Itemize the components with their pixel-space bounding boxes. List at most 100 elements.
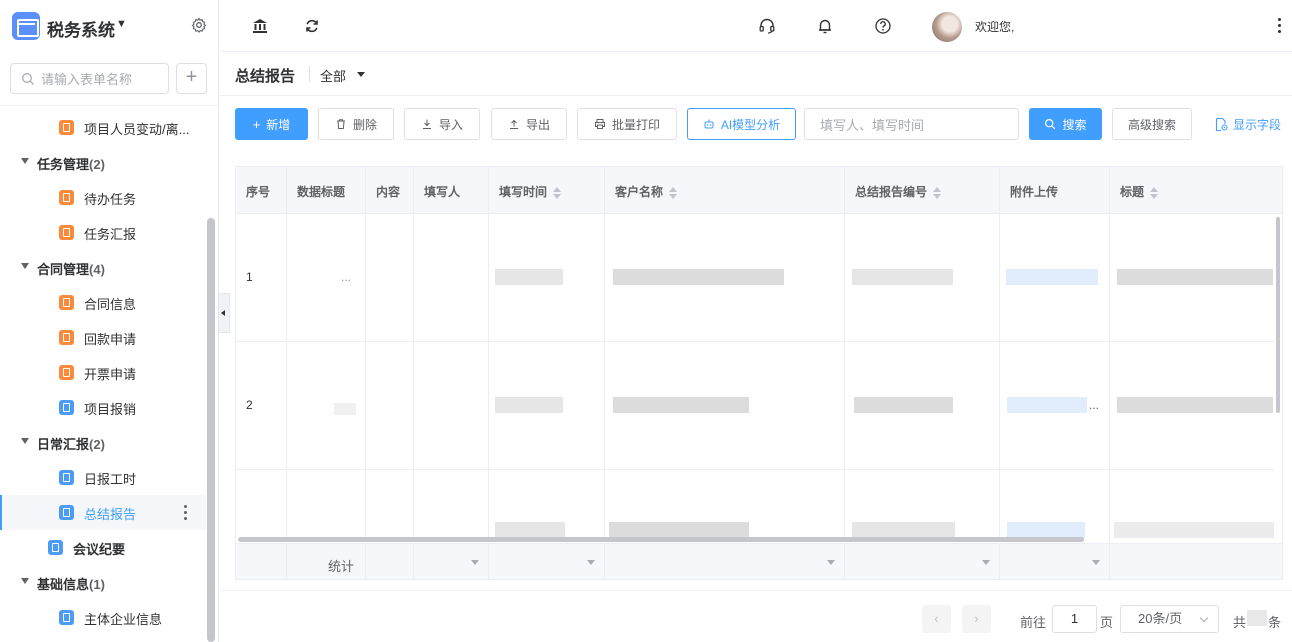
more-vertical-icon[interactable] <box>1278 17 1282 35</box>
prev-page-button[interactable]: ‹ <box>922 605 951 633</box>
table-row[interactable]: 1 ... <box>236 214 1274 342</box>
redacted-text <box>1114 522 1274 538</box>
cell-content <box>366 342 414 470</box>
caret-down-icon[interactable] <box>357 72 365 77</box>
caret-down-icon <box>21 158 29 164</box>
welcome-text: 欢迎您, <box>975 20 1015 34</box>
page-size-select[interactable]: 20条/页 <box>1120 605 1219 633</box>
tree-group-daily-report[interactable]: 日常汇报(2) <box>0 425 206 460</box>
ai-analysis-button-label: AI模型分析 <box>720 117 781 132</box>
form-search-input[interactable] <box>41 69 166 89</box>
cell-title <box>1110 342 1274 470</box>
view-filter-select[interactable]: 全部 <box>320 66 346 85</box>
help-icon[interactable] <box>874 17 892 35</box>
column-header-fill-time[interactable]: 填写时间 <box>489 167 605 214</box>
table-row[interactable]: 2 ... <box>236 342 1274 470</box>
tree-item-daily-hours[interactable]: 日报工时 <box>0 460 206 495</box>
tree-item-todo-tasks[interactable]: 待办任务 <box>0 180 206 215</box>
redacted-text <box>1117 269 1273 285</box>
column-header-title[interactable]: 标题 <box>1110 167 1282 214</box>
robot-icon <box>704 119 714 129</box>
tree-item-entity-info[interactable]: 主体企业信息 <box>0 600 206 635</box>
summary-dropdown[interactable] <box>489 544 605 579</box>
new-button[interactable]: + 新增 <box>235 108 308 140</box>
record-search-input[interactable] <box>820 116 1010 134</box>
app-title: 税务系统 <box>47 21 115 40</box>
tree-group-label: 日常汇报(2) <box>37 437 105 452</box>
document-icon <box>59 120 74 135</box>
attachment-link[interactable] <box>1007 397 1087 413</box>
sidebar-collapse-button[interactable] <box>219 293 230 333</box>
sort-icon[interactable] <box>1150 186 1159 199</box>
form-search-box <box>10 63 169 94</box>
tree-group-basic-info[interactable]: 基础信息(1) <box>0 565 206 600</box>
advanced-search-button[interactable]: 高级搜索 <box>1112 108 1192 140</box>
summary-cell <box>366 544 414 579</box>
tree-item-payment-request[interactable]: 回款申请 <box>0 320 206 355</box>
show-fields-link[interactable]: 显示字段 <box>1214 116 1281 133</box>
record-search-box <box>804 108 1019 140</box>
table-row[interactable] <box>236 470 1274 542</box>
sidebar-scrollbar-thumb[interactable] <box>207 218 215 642</box>
tree-item-project-personnel[interactable]: 项目人员变动/离... <box>0 110 206 145</box>
column-header-report-number[interactable]: 总结报告编号 <box>845 167 1000 214</box>
column-header-customer-name[interactable]: 客户名称 <box>605 167 845 214</box>
attachment-link[interactable] <box>1007 522 1085 538</box>
tree-group-contract-management[interactable]: 合同管理(4) <box>0 250 206 285</box>
refresh-icon[interactable] <box>303 17 321 35</box>
table-vertical-scrollbar[interactable] <box>1276 217 1280 413</box>
table-horizontal-scrollbar[interactable] <box>238 537 1084 542</box>
sort-icon[interactable] <box>933 186 942 199</box>
batch-print-button[interactable]: 批量打印 <box>577 108 677 140</box>
tree-item-meeting-minutes[interactable]: 会议纪要 <box>0 530 206 565</box>
search-button[interactable]: 搜索 <box>1029 108 1102 140</box>
avatar[interactable] <box>932 12 962 42</box>
redacted-text <box>613 397 749 413</box>
chevron-right-icon: › <box>974 610 979 626</box>
redacted-text <box>613 269 784 285</box>
tree-item-project-expense[interactable]: 项目报销 <box>0 390 206 425</box>
gear-icon[interactable] <box>191 17 207 33</box>
cell-attachment[interactable] <box>1000 470 1110 542</box>
download-icon <box>422 119 431 129</box>
attachment-link[interactable] <box>1006 269 1098 285</box>
tree-item-task-report[interactable]: 任务汇报 <box>0 215 206 250</box>
headset-icon[interactable] <box>758 17 776 35</box>
column-header-content: 内容 <box>366 167 414 214</box>
cell-filler <box>414 470 489 542</box>
summary-dropdown[interactable] <box>1000 544 1110 579</box>
cell-attachment[interactable]: ... <box>1000 342 1110 470</box>
cell-index: 1 <box>236 214 287 342</box>
table-body: 1 ... 2 ... <box>236 214 1282 542</box>
tree-group-task-management[interactable]: 任务管理(2) <box>0 145 206 180</box>
redacted-text <box>1117 397 1273 413</box>
summary-dropdown[interactable] <box>845 544 1000 579</box>
document-icon <box>48 540 63 555</box>
tree-item-summary-report[interactable]: 总结报告 <box>0 495 206 530</box>
export-button-label: 导出 <box>525 117 550 132</box>
export-button[interactable]: 导出 <box>491 108 567 140</box>
app-switcher[interactable]: 税务系统 ▼ <box>0 0 219 52</box>
delete-button[interactable]: 删除 <box>318 108 394 140</box>
summary-dropdown[interactable] <box>605 544 845 579</box>
tree-item-invoice-request[interactable]: 开票申请 <box>0 355 206 390</box>
cell-attachment[interactable] <box>1000 214 1110 342</box>
add-form-button[interactable]: + <box>176 63 207 94</box>
goto-label: 前往 <box>1020 615 1047 630</box>
ai-analysis-button[interactable]: AI模型分析 <box>687 108 796 140</box>
table-summary-row: 统计 <box>236 543 1282 579</box>
more-vertical-icon[interactable] <box>184 504 188 522</box>
import-button[interactable]: 导入 <box>404 108 480 140</box>
import-button-label: 导入 <box>438 117 463 132</box>
next-page-button[interactable]: › <box>962 605 991 633</box>
page-number-input[interactable]: 1 <box>1052 605 1097 633</box>
sort-icon[interactable] <box>553 186 562 199</box>
column-header-data-title: 数据标题 <box>287 167 366 214</box>
sort-icon[interactable] <box>669 186 678 199</box>
caret-down-icon[interactable]: ▼ <box>116 18 127 30</box>
bell-icon[interactable] <box>816 17 834 35</box>
bank-icon[interactable] <box>251 17 269 35</box>
summary-dropdown[interactable] <box>414 544 489 579</box>
tree-item-contract-info[interactable]: 合同信息 <box>0 285 206 320</box>
column-header-attachment: 附件上传 <box>1000 167 1110 214</box>
